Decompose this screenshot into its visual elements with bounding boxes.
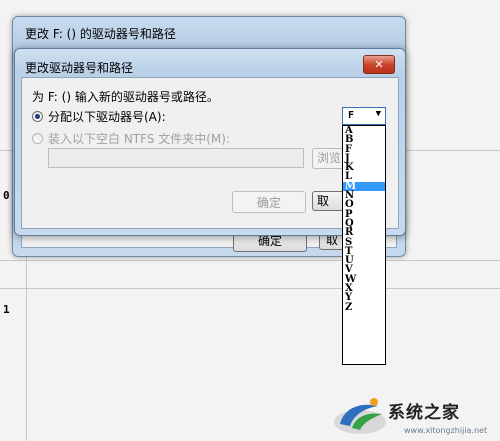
assign-letter-radio[interactable]: [32, 111, 43, 122]
bg-divider: [0, 260, 500, 261]
outer-dialog-title: 更改 F: () 的驱动器号和路径: [25, 27, 176, 41]
bg-row-label: 0: [3, 189, 10, 202]
folder-path-input[interactable]: [48, 148, 304, 168]
browse-button[interactable]: 浏览: [312, 148, 342, 169]
close-icon: ✕: [374, 58, 384, 71]
prompt-text: 为 F: () 输入新的驱动器号或路径。: [32, 90, 219, 104]
watermark-url: www.xitongzhijia.net: [404, 426, 488, 435]
bg-row-label: 1: [3, 303, 10, 316]
inner-cancel-button[interactable]: 取: [312, 191, 342, 211]
bg-divider: [0, 288, 500, 289]
drive-letter-option[interactable]: Z: [343, 302, 385, 312]
watermark-logo-icon: [334, 398, 386, 434]
drive-letter-combo[interactable]: F ▼: [342, 107, 386, 125]
inner-ok-button[interactable]: 确定: [232, 191, 306, 213]
inner-dialog-title: 更改驱动器号和路径: [25, 61, 134, 75]
mount-folder-radio[interactable]: [32, 133, 43, 144]
assign-letter-label[interactable]: 分配以下驱动器号(A):: [48, 108, 166, 125]
combo-selected-value: F: [348, 110, 355, 121]
watermark: 系统之家 www.xitongzhijia.net: [330, 390, 500, 441]
close-button[interactable]: ✕: [363, 55, 395, 74]
mount-folder-label: 装入以下空白 NTFS 文件夹中(M):: [48, 132, 231, 146]
chevron-down-icon: ▼: [375, 109, 381, 119]
drive-letter-list[interactable]: ABFJKLMNOPQRSTUVWXYZ: [342, 125, 386, 365]
watermark-text: 系统之家: [388, 403, 460, 423]
